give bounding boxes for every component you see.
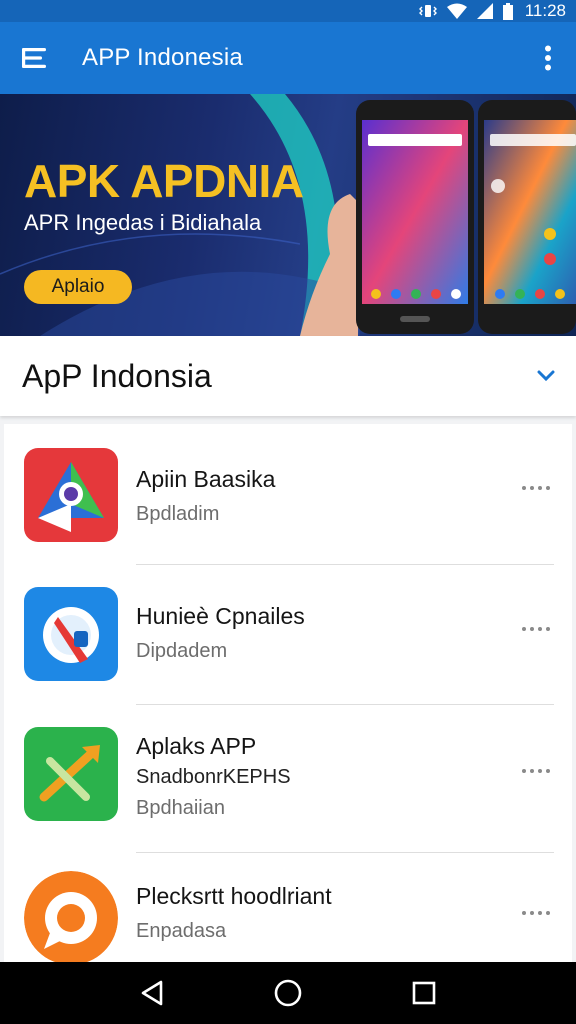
chat-ring-icon <box>24 871 118 964</box>
app-name: Hunieè Cpnailes <box>136 603 305 629</box>
more-vertical-icon <box>545 45 551 71</box>
section-title: ApP Indonsia <box>22 357 212 394</box>
app-text: Apiin Baasika Bpdladim <box>136 466 275 526</box>
phones-illustration <box>300 100 576 336</box>
signal-icon <box>476 3 493 19</box>
overflow-menu-button[interactable] <box>520 22 576 94</box>
app-title: APP Indonesia <box>82 44 243 71</box>
app-name: Plecksrtt hoodlriant <box>136 883 332 909</box>
menu-button[interactable] <box>0 22 70 94</box>
app-bar: APP Indonesia <box>0 22 576 94</box>
battery-icon <box>502 2 513 20</box>
app-subtitle: Enpadasa <box>136 920 227 942</box>
app-list-item[interactable]: Hunieè Cpnailes Dipdadem <box>4 565 572 704</box>
app-name: Aplaks APP <box>136 733 257 759</box>
compass-icon <box>24 587 118 681</box>
app-text: Aplaks APP SnadbonrKEPHS Bpdhaiian <box>136 733 291 820</box>
app-list-item[interactable]: Apiin Baasika Bpdladim <box>4 424 572 564</box>
app-developer: SnadbonrKEPHS <box>136 766 291 788</box>
app-text: Plecksrtt hoodlriant Enpadasa <box>136 883 332 943</box>
banner-subtitle: APR Ingedas i Bidiahala <box>24 210 262 235</box>
back-triangle-icon <box>141 980 163 1006</box>
chevron-down-icon <box>537 370 555 382</box>
nav-back-button[interactable] <box>122 963 182 1023</box>
app-text: Hunieè Cpnailes Dipdadem <box>136 603 305 663</box>
leaf-arrow-icon <box>24 727 118 821</box>
nav-recents-button[interactable] <box>394 963 454 1023</box>
promo-banner[interactable]: APK APDNIA APR Ingedas i Bidiahala Aplai… <box>0 94 576 336</box>
wifi-icon <box>446 3 467 19</box>
banner-cta-button[interactable]: Aplaio <box>24 270 132 304</box>
expand-section-button[interactable] <box>516 336 576 416</box>
app-more-button[interactable] <box>518 478 554 498</box>
status-time: 11:28 <box>524 1 566 20</box>
app-more-button[interactable] <box>518 903 554 923</box>
status-bar: 11:28 <box>0 0 576 22</box>
app-more-button[interactable] <box>518 761 554 781</box>
app-subtitle: Bpdladim <box>136 503 220 525</box>
section-header: ApP Indonsia <box>0 336 576 416</box>
recents-square-icon <box>412 981 436 1005</box>
app-list: Apiin Baasika Bpdladim Hunieè Cpnailes D… <box>4 424 572 964</box>
app-subtitle: Bpdhaiian <box>136 797 225 819</box>
vibrate-icon <box>418 5 437 17</box>
hamburger-menu-icon <box>22 48 46 68</box>
app-subtitle: Dipdadem <box>136 640 228 662</box>
nav-home-button[interactable] <box>258 963 318 1023</box>
app-name: Apiin Baasika <box>136 466 276 492</box>
system-nav-bar <box>0 962 576 1024</box>
app-more-button[interactable] <box>518 619 554 639</box>
navigation-diamond-icon <box>24 448 118 542</box>
home-circle-icon <box>274 979 302 1007</box>
banner-title: APK APDNIA <box>24 155 304 207</box>
app-list-item[interactable]: Plecksrtt hoodlriant Enpadasa <box>4 853 572 964</box>
app-list-item[interactable]: Aplaks APP SnadbonrKEPHS Bpdhaiian <box>4 705 572 851</box>
status-icons <box>418 2 513 20</box>
